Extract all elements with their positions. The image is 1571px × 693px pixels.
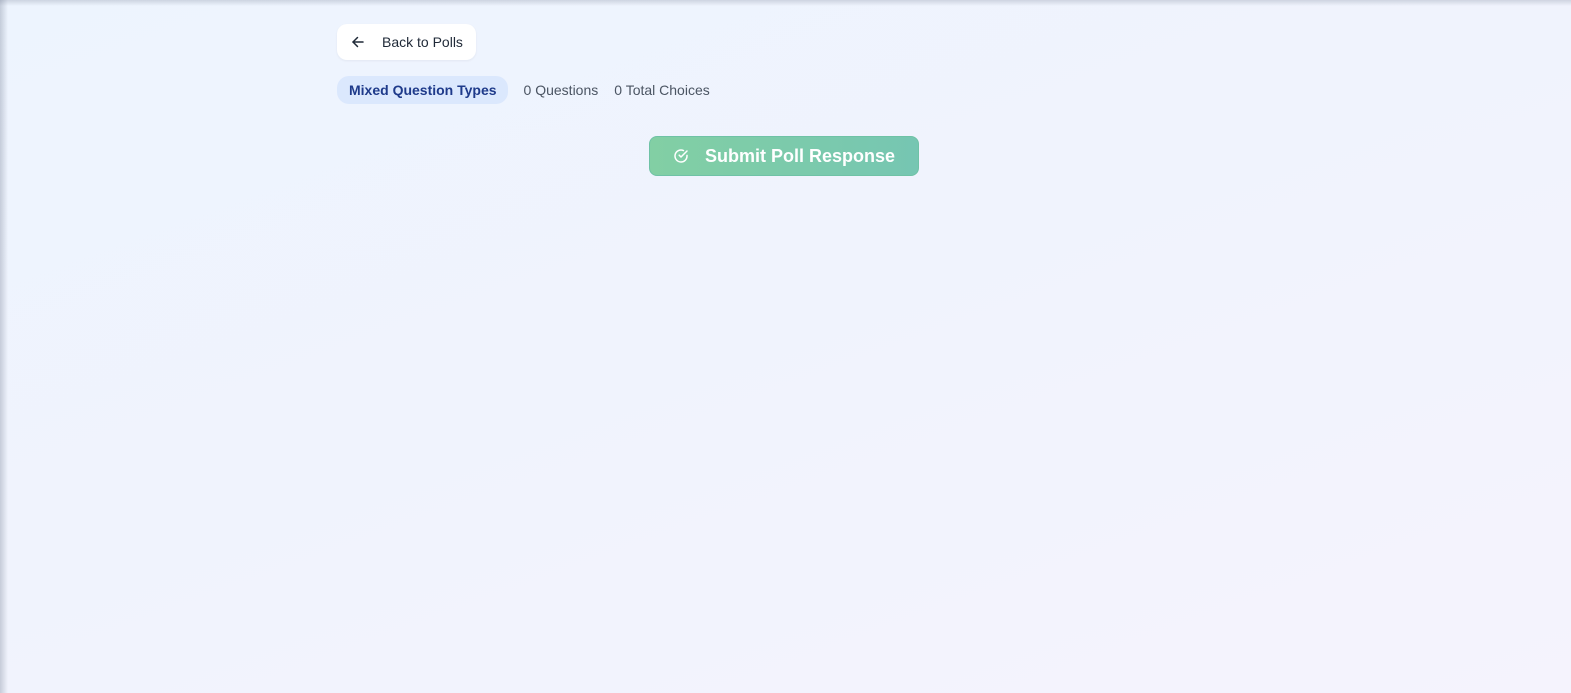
total-choices-count: 0 Total Choices <box>614 82 710 98</box>
question-count: 0 Questions <box>523 82 599 98</box>
poll-header: Back to Polls Mixed Question Types 0 Que… <box>337 24 1237 104</box>
question-type-badge: Mixed Question Types <box>337 76 508 104</box>
arrow-left-icon <box>351 35 365 49</box>
back-to-polls-button[interactable]: Back to Polls <box>337 24 476 60</box>
back-to-polls-label: Back to Polls <box>382 34 463 50</box>
poll-meta-row: Mixed Question Types 0 Questions 0 Total… <box>337 76 1237 104</box>
window-edge-shadow-top <box>0 0 1571 6</box>
check-circle-icon <box>673 148 689 164</box>
submit-poll-response-label: Submit Poll Response <box>704 145 896 166</box>
window-edge-shadow-left <box>0 0 8 693</box>
submit-poll-response-button[interactable]: Submit Poll Response <box>649 136 919 176</box>
